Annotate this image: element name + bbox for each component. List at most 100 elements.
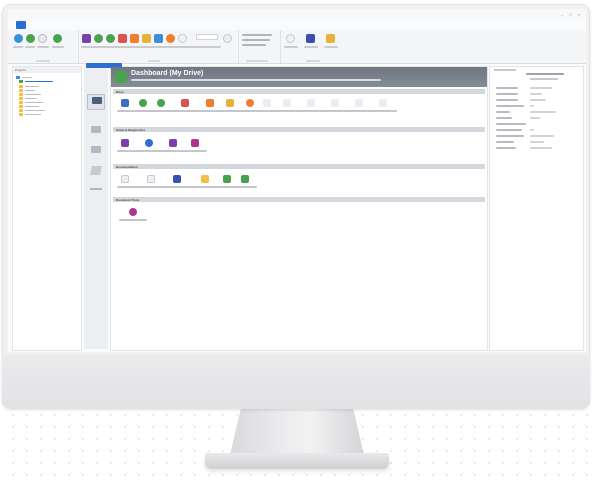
screen: – □ × Projects Dashboard (My Drive) Driv… [8, 9, 586, 352]
ribbon-tabs [8, 21, 586, 30]
nav-item[interactable] [87, 144, 105, 160]
drive-action-icon[interactable] [355, 99, 363, 107]
tree-item[interactable] [19, 113, 41, 116]
nav-item[interactable] [87, 164, 105, 180]
property-row [496, 129, 577, 131]
drive-action-icon[interactable] [283, 99, 291, 107]
ribbon-button-icon[interactable] [14, 34, 23, 43]
ribbon-group-2 [78, 30, 239, 63]
tab-second[interactable] [28, 21, 38, 29]
ribbon-button-icon[interactable] [142, 34, 151, 43]
ribbon-label [284, 46, 298, 48]
doc-action-icon[interactable] [173, 175, 181, 183]
ribbon-label [13, 46, 23, 48]
ribbon-check-item[interactable] [242, 44, 266, 46]
tree-item[interactable] [19, 105, 39, 108]
dashboard-pane: Dashboard (My Drive) Drive Setup & Diagn… [86, 63, 488, 351]
doc-action-icon[interactable] [201, 175, 209, 183]
ribbon-group-4 [280, 30, 350, 63]
setup-action-icon[interactable] [121, 139, 129, 147]
folder-icon [19, 85, 23, 88]
drive-action-icon[interactable] [263, 99, 271, 107]
ribbon-check-item[interactable] [242, 34, 272, 36]
doc-tool-caption [119, 219, 147, 221]
tree-root[interactable] [16, 76, 32, 79]
monitor-stand-neck [230, 409, 364, 455]
tree-item[interactable] [19, 101, 43, 104]
minimize-icon[interactable]: – [561, 12, 563, 17]
doc-action-icon[interactable] [121, 175, 129, 183]
tree-item[interactable] [19, 93, 41, 96]
ribbon-button-icon[interactable] [26, 34, 35, 43]
ribbon-button-icon[interactable] [106, 34, 115, 43]
tree-item[interactable] [19, 85, 39, 88]
drive-action-icon[interactable] [139, 99, 147, 107]
drive-action-icon[interactable] [157, 99, 165, 107]
drive-action-icon[interactable] [226, 99, 234, 107]
ribbon-button-icon[interactable] [166, 34, 175, 43]
ribbon-button-icon[interactable] [178, 34, 187, 43]
doc-action-icon[interactable] [147, 175, 155, 183]
tree-item[interactable] [19, 97, 37, 100]
tree-header: Projects [13, 67, 81, 73]
drive-action-icon[interactable] [121, 99, 129, 107]
setup-action-icon[interactable] [145, 139, 153, 147]
ribbon-button-icon[interactable] [38, 34, 47, 43]
setup-action-icon[interactable] [191, 139, 199, 147]
page-title: Dashboard (My Drive) [131, 70, 204, 77]
drive-action-icon[interactable] [307, 99, 315, 107]
tree-item[interactable] [19, 109, 45, 112]
doc-tool-icon[interactable] [129, 208, 137, 216]
ribbon-group-label [148, 60, 160, 62]
maximize-icon[interactable]: □ [569, 12, 571, 17]
project-tree: Projects [12, 66, 82, 351]
drive-icon [115, 71, 127, 83]
ribbon-label [52, 46, 64, 48]
section-drive: Drive [113, 89, 485, 94]
drive-action-icon[interactable] [331, 99, 339, 107]
folder-icon [19, 101, 23, 104]
ribbon-button-icon[interactable] [154, 34, 163, 43]
drive-action-icon[interactable] [181, 99, 189, 107]
doc-action-icon[interactable] [241, 175, 249, 183]
ribbon-label [37, 46, 49, 48]
section-setup: Setup & Diagnostics [113, 127, 485, 132]
title-bar: – □ × [8, 9, 586, 21]
ribbon-button-icon[interactable] [306, 34, 315, 43]
tree-item-selected[interactable] [19, 80, 53, 83]
drive-action-icon[interactable] [246, 99, 254, 107]
nav-item-dashboard[interactable] [87, 94, 105, 110]
ribbon-button-icon[interactable] [118, 34, 127, 43]
folder-icon [19, 105, 23, 108]
ribbon-input[interactable] [196, 34, 218, 40]
close-icon[interactable]: × [578, 12, 580, 17]
nav-icon [91, 126, 101, 133]
ribbon-button-icon[interactable] [286, 34, 295, 43]
ribbon-group-3 [238, 30, 281, 63]
ribbon-button-icon[interactable] [326, 34, 335, 43]
nav-item[interactable] [87, 124, 105, 140]
nav-label [90, 188, 102, 190]
property-row [496, 87, 577, 89]
properties-panel [489, 66, 584, 351]
ribbon-button-icon[interactable] [53, 34, 62, 43]
doc-action-icon[interactable] [223, 175, 231, 183]
ribbon-toolbar [8, 30, 586, 64]
property-row [496, 111, 577, 113]
drive-action-icon[interactable] [379, 99, 387, 107]
ribbon-button-icon[interactable] [94, 34, 103, 43]
navigation-strip [84, 66, 108, 349]
tree-item[interactable] [19, 89, 35, 92]
nav-item[interactable] [87, 184, 105, 200]
ribbon-label [81, 46, 221, 48]
monitor-icon [92, 97, 102, 104]
tab-third[interactable] [40, 21, 50, 29]
ribbon-check-item[interactable] [242, 39, 270, 41]
ribbon-button-icon[interactable] [82, 34, 91, 43]
ribbon-button-icon[interactable] [130, 34, 139, 43]
setup-action-icon[interactable] [169, 139, 177, 147]
tab-home[interactable] [16, 21, 26, 29]
drive-action-icon[interactable] [206, 99, 214, 107]
nav-icon [91, 146, 101, 153]
ribbon-button-icon[interactable] [223, 34, 232, 43]
